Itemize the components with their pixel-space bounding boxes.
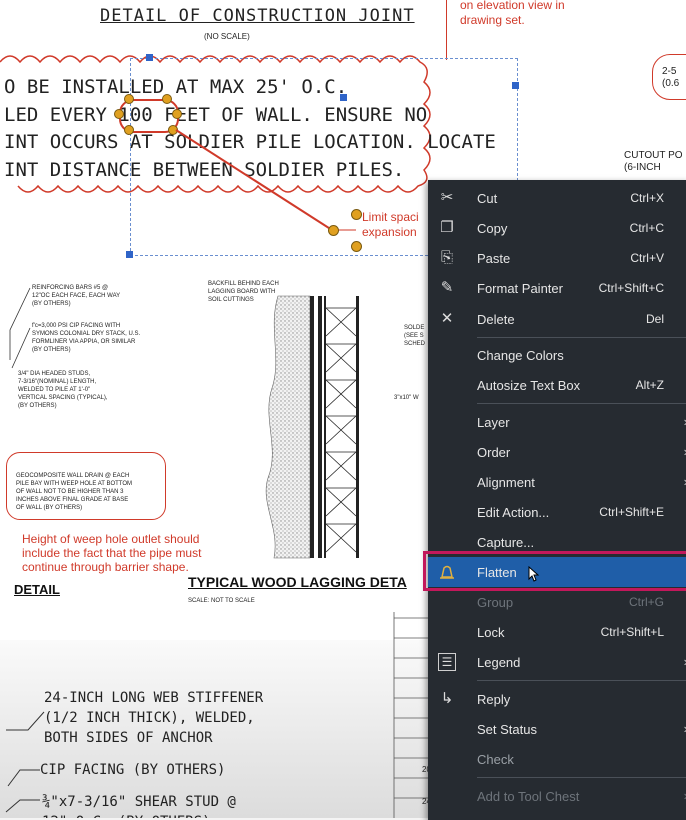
flatten-highlight-box [423,551,686,591]
format-painter-icon: ✎ [440,279,454,296]
menu-item-set-status[interactable]: Set Status › [428,714,686,744]
schedule-table [393,612,432,818]
reply-icon: ↳ [440,690,454,707]
menu-item-check[interactable]: Check [428,744,686,774]
typical-lagging-title: TYPICAL WOOD LAGGING DETA [188,574,407,590]
leader-handle-3[interactable] [351,241,362,252]
geocomposite-note: GEOCOMPOSITE WALL DRAIN @ EACH PILE BAY … [16,473,133,511]
menu-item-autosize-text-box[interactable]: Autosize Text Box Alt+Z [428,370,686,400]
right-cloud-text: 2-5 (0.6 [662,66,680,89]
leader-handle-2[interactable] [351,209,362,220]
copy-icon: ❐ [440,219,454,236]
lagging-drawing [265,295,359,559]
menu-item-paste[interactable]: ⎘ Paste Ctrl+V [428,243,686,273]
menu-item-lock[interactable]: Lock Ctrl+Shift+L [428,617,686,647]
menu-separator [477,337,686,338]
delete-icon: ✕ [440,310,454,327]
menu-item-add-to-tool-chest: Add to Tool Chest › [428,781,686,811]
lower-leaders [5,711,45,813]
leader-handle-1[interactable] [328,225,339,236]
note-leaders [9,287,31,369]
menu-separator [477,680,686,681]
limit-spacing-note[interactable]: Limit spaci expansion [362,210,419,240]
menu-separator [477,403,686,404]
menu-item-format-painter[interactable]: ✎ Format Painter Ctrl+Shift+C [428,273,686,303]
menu-item-alignment[interactable]: Alignment › [428,467,686,497]
menu-item-layer[interactable]: Layer › [428,407,686,437]
detail-heading: DETAIL [14,582,60,597]
menu-item-copy[interactable]: ❐ Copy Ctrl+C [428,213,686,243]
scissors-icon: ✂ [440,189,454,206]
context-menu: ✂ Cut Ctrl+X ❐ Copy Ctrl+C ⎘ Paste Ctrl+… [428,180,686,820]
menu-item-edit-action[interactable]: Edit Action... Ctrl+Shift+E [428,497,686,527]
menu-item-delete[interactable]: ✕ Delete Del [428,304,686,334]
menu-item-order[interactable]: Order › [428,437,686,467]
menu-item-change-colors[interactable]: Change Colors [428,340,686,370]
cutout-text: CUTOUT PO (6-INCH [624,150,683,173]
selection-handle-tr[interactable] [512,82,519,89]
menu-item-reply[interactable]: ↳ Reply [428,684,686,714]
menu-item-legend[interactable]: ☰ Legend › [428,647,686,677]
legend-icon: ☰ [438,653,456,671]
scale-note: SCALE: NOT TO SCALE [188,598,255,604]
lagging-dimension: 3"x10" W [394,395,419,401]
solder-note: SOLDE (SEE S SCHED [404,325,426,347]
menu-separator [477,777,686,778]
menu-item-group: Group Ctrl+G [477,595,664,610]
shear-stud-note: ¾"x7-3/16" SHEAR STUD @ 12" O.C. (BY OTH… [42,794,236,818]
paste-icon: ⎘ [440,249,453,266]
menu-item-cut[interactable]: ✂ Cut Ctrl+X [428,183,686,213]
weep-hole-note[interactable]: Height of weep hole outlet should includ… [22,532,201,574]
elevation-red-note[interactable]: on elevation view in drawing set. [460,0,565,28]
stiffener-note: 24-INCH LONG WEB STIFFENER (1/2 INCH THI… [44,690,264,746]
cip-facing-note: CIP FACING (BY OTHERS) [40,762,226,778]
